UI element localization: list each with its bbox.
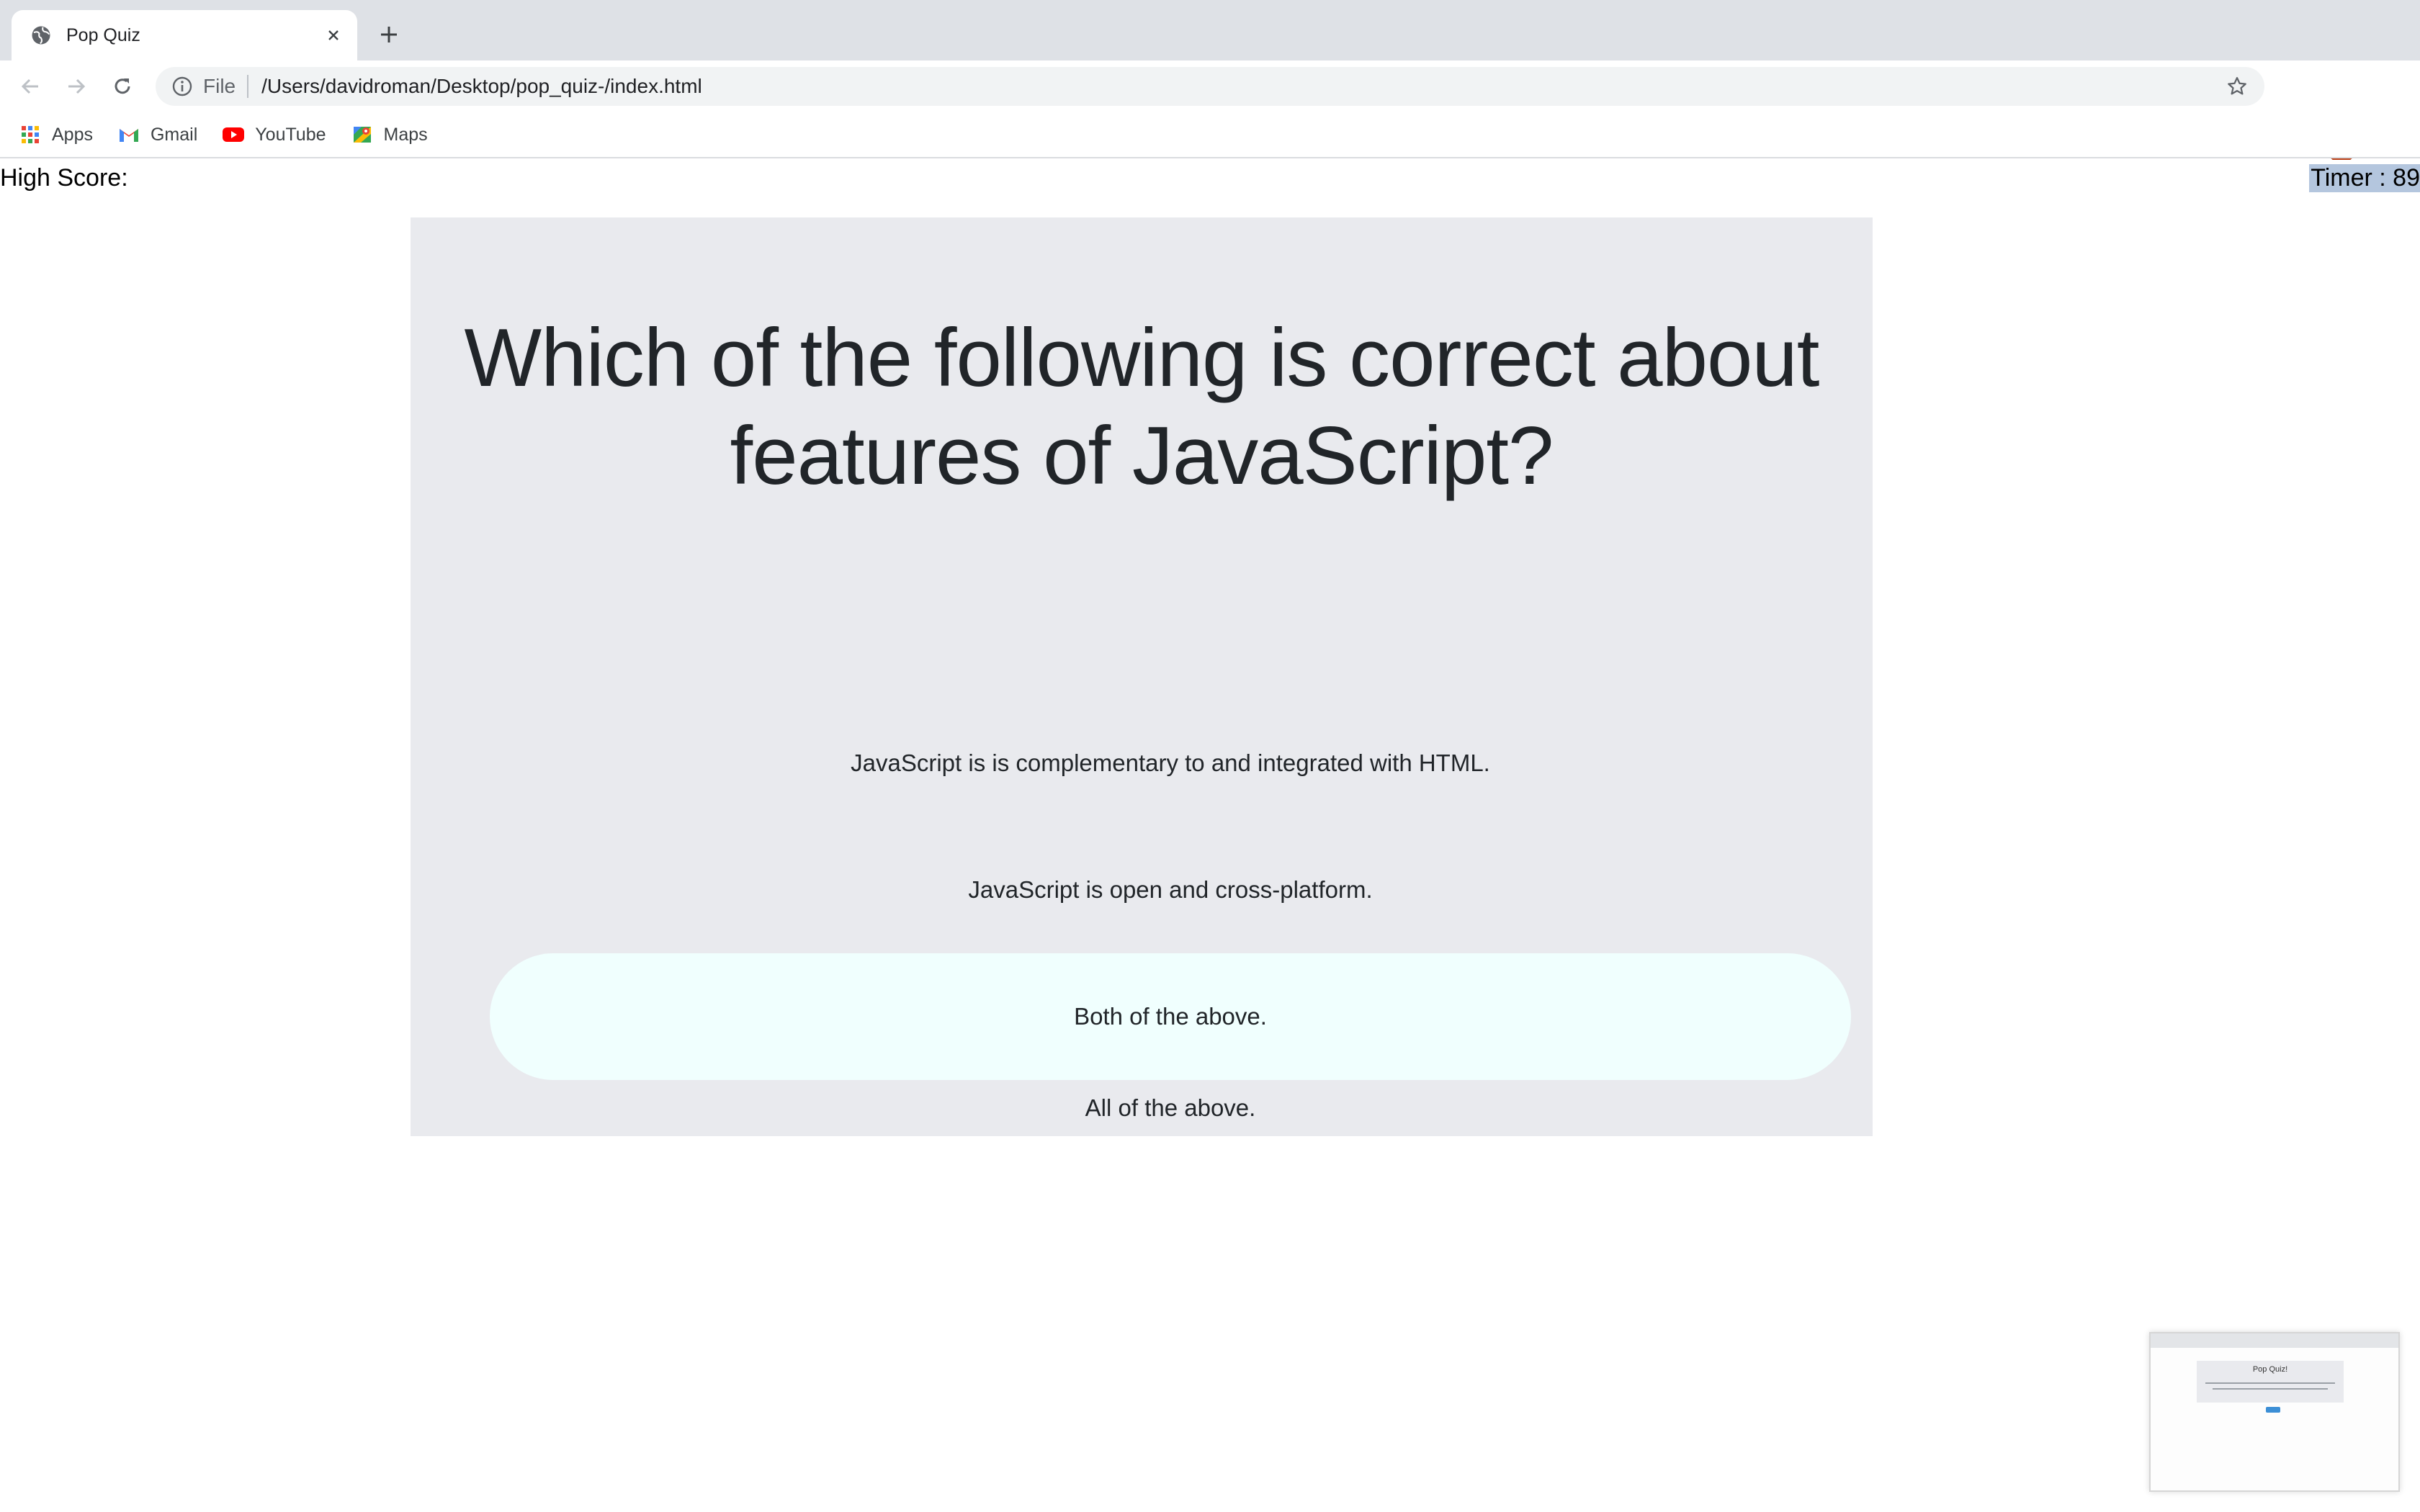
bookmark-youtube[interactable]: YouTube bbox=[222, 123, 326, 146]
apps-grid-icon bbox=[19, 123, 42, 146]
info-icon[interactable] bbox=[171, 76, 193, 97]
bookmark-label: YouTube bbox=[255, 124, 326, 145]
address-bar[interactable]: File bbox=[156, 67, 2264, 106]
quiz-card: Which of the following is correct about … bbox=[411, 217, 1873, 1136]
page-viewport: High Score: Timer : 89 Which of the foll… bbox=[0, 160, 2420, 1512]
url-separator bbox=[247, 75, 249, 98]
screenshot-thumbnail[interactable]: Pop Quiz! bbox=[2149, 1332, 2400, 1492]
bookmark-label: Apps bbox=[52, 124, 93, 145]
browser-toolbar: File D bbox=[0, 60, 2420, 163]
answer-option-1[interactable]: JavaScript is is complementary to and in… bbox=[490, 700, 1851, 827]
thumbnail-start-button bbox=[2266, 1407, 2280, 1413]
reload-icon[interactable] bbox=[109, 73, 135, 99]
thumbnail-card: Pop Quiz! bbox=[2197, 1361, 2344, 1403]
tab-title: Pop Quiz bbox=[66, 24, 140, 45]
youtube-icon bbox=[222, 123, 245, 146]
maps-icon bbox=[351, 123, 374, 146]
thumbnail-title: Pop Quiz! bbox=[2252, 1365, 2288, 1374]
bookmark-label: Maps bbox=[383, 124, 428, 145]
answer-option-4[interactable]: All of the above. bbox=[490, 1080, 1851, 1136]
answer-option-2[interactable]: JavaScript is open and cross-platform. bbox=[490, 827, 1851, 953]
globe-icon bbox=[30, 24, 52, 46]
back-arrow-icon[interactable] bbox=[17, 73, 43, 99]
thumbnail-text-line bbox=[2213, 1388, 2328, 1390]
high-score-link[interactable]: High Score: bbox=[0, 164, 128, 192]
bookmark-star-icon[interactable] bbox=[2223, 72, 2251, 101]
forward-arrow-icon[interactable] bbox=[63, 73, 89, 99]
bookmark-gmail[interactable]: Gmail bbox=[117, 123, 197, 146]
browser-tab[interactable]: Pop Quiz bbox=[12, 10, 357, 60]
url-scheme: File bbox=[203, 75, 236, 97]
thumbnail-browser-bar bbox=[2151, 1333, 2398, 1348]
bookmark-apps[interactable]: Apps bbox=[19, 123, 93, 146]
bookmarks-bar: Apps Gmail YouTube Maps bbox=[0, 112, 2420, 158]
bookmark-label: Gmail bbox=[150, 124, 198, 145]
answer-option-3[interactable]: Both of the above. bbox=[490, 953, 1851, 1080]
url-input[interactable] bbox=[261, 75, 2223, 98]
bookmark-maps[interactable]: Maps bbox=[351, 123, 428, 146]
close-tab-icon[interactable] bbox=[323, 24, 344, 46]
question-title: Which of the following is correct about … bbox=[464, 312, 1820, 502]
thumbnail-text-line bbox=[2205, 1382, 2335, 1384]
gmail-icon bbox=[117, 123, 140, 146]
new-tab-icon[interactable] bbox=[375, 20, 403, 49]
browser-tabstrip: Pop Quiz bbox=[0, 0, 2420, 60]
timer-display: Timer : 89 bbox=[2309, 164, 2420, 192]
